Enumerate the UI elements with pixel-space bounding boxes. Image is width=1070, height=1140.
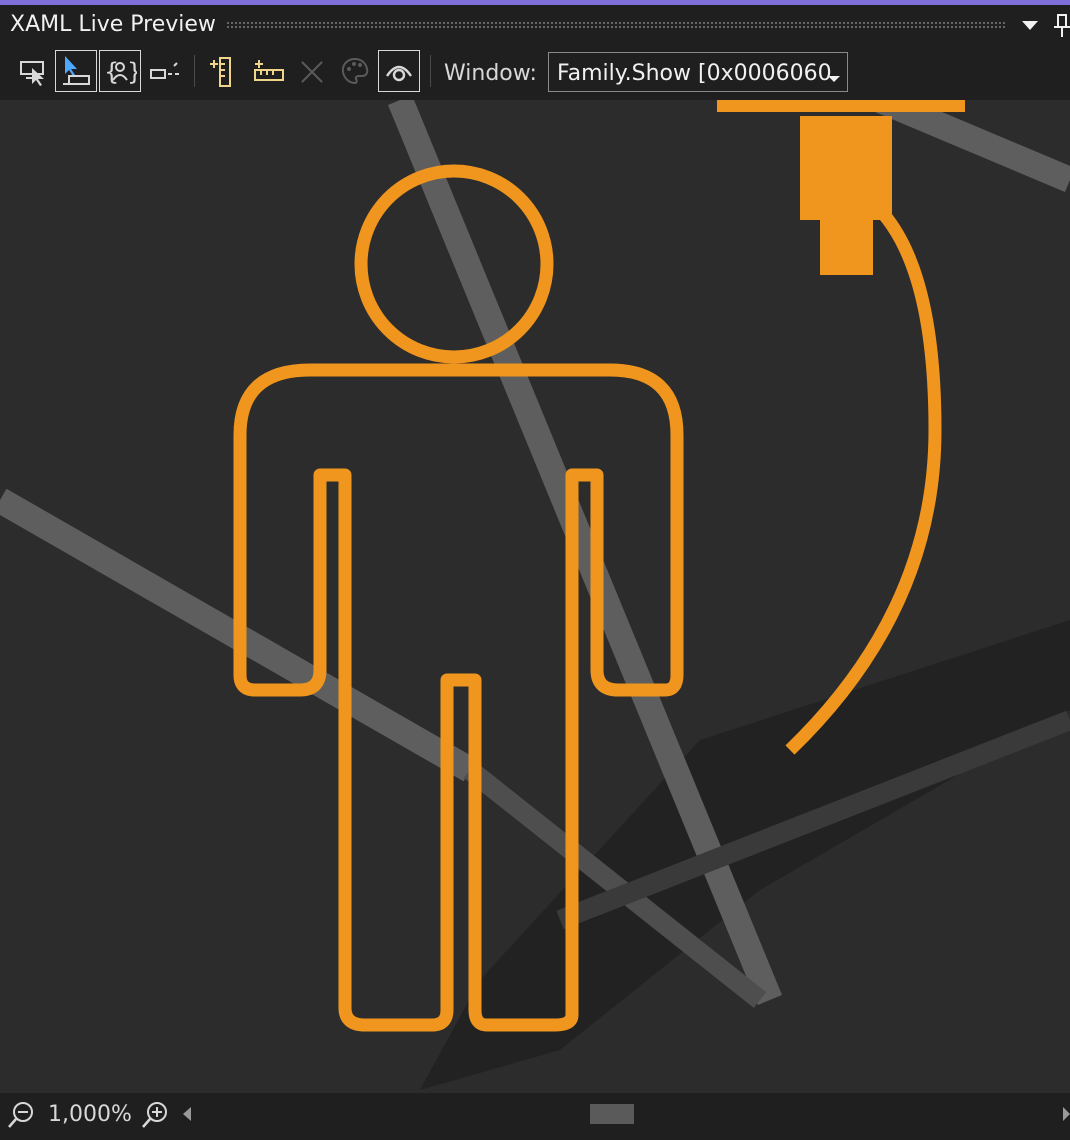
window-label: Window: xyxy=(444,61,537,86)
panel-title: XAML Live Preview xyxy=(10,12,216,37)
toolbar-separator xyxy=(194,55,195,87)
close-icon[interactable] xyxy=(290,50,332,92)
scroll-right-arrow-icon[interactable] xyxy=(1060,1104,1070,1124)
small-person-icon xyxy=(800,116,892,275)
horizontal-ruler-icon[interactable] xyxy=(247,50,289,92)
toolbar: { } xyxy=(0,45,1070,100)
vertical-ruler-icon[interactable] xyxy=(200,50,242,92)
pin-icon[interactable] xyxy=(1052,13,1070,39)
title-drag-grip[interactable] xyxy=(226,21,1006,30)
svg-text:}: } xyxy=(127,58,137,86)
dropdown-triangle-icon[interactable] xyxy=(1020,17,1040,35)
zoom-level[interactable]: 1,000% xyxy=(48,1102,132,1127)
toolbar-separator xyxy=(430,55,431,87)
zoom-in-icon[interactable] xyxy=(140,1100,170,1130)
track-focus-icon[interactable]: { } xyxy=(99,50,141,92)
layout-adorner-icon[interactable] xyxy=(55,50,97,92)
palette-icon[interactable] xyxy=(334,50,376,92)
baseline-icon[interactable] xyxy=(142,50,184,92)
connector-curve xyxy=(785,205,942,755)
svg-text:{: { xyxy=(104,58,119,86)
scroll-left-arrow-icon[interactable] xyxy=(180,1104,194,1124)
adorner-edge xyxy=(717,100,965,112)
zoom-out-icon[interactable] xyxy=(6,1100,36,1130)
window-select-value: Family.Show [0x0006060 xyxy=(557,61,832,86)
window-select[interactable]: Family.Show [0x0006060 xyxy=(548,52,848,92)
chevron-down-icon xyxy=(827,69,841,88)
preview-canvas[interactable] xyxy=(0,100,1070,1093)
cursor-select-icon[interactable] xyxy=(12,50,54,92)
scrollbar-thumb[interactable] xyxy=(590,1104,634,1124)
statusbar: 1,000% xyxy=(0,1093,1070,1140)
panel-titlebar: XAML Live Preview xyxy=(0,5,1070,45)
zoomed-preview-image xyxy=(0,100,1070,1090)
eye-icon[interactable] xyxy=(378,50,420,92)
